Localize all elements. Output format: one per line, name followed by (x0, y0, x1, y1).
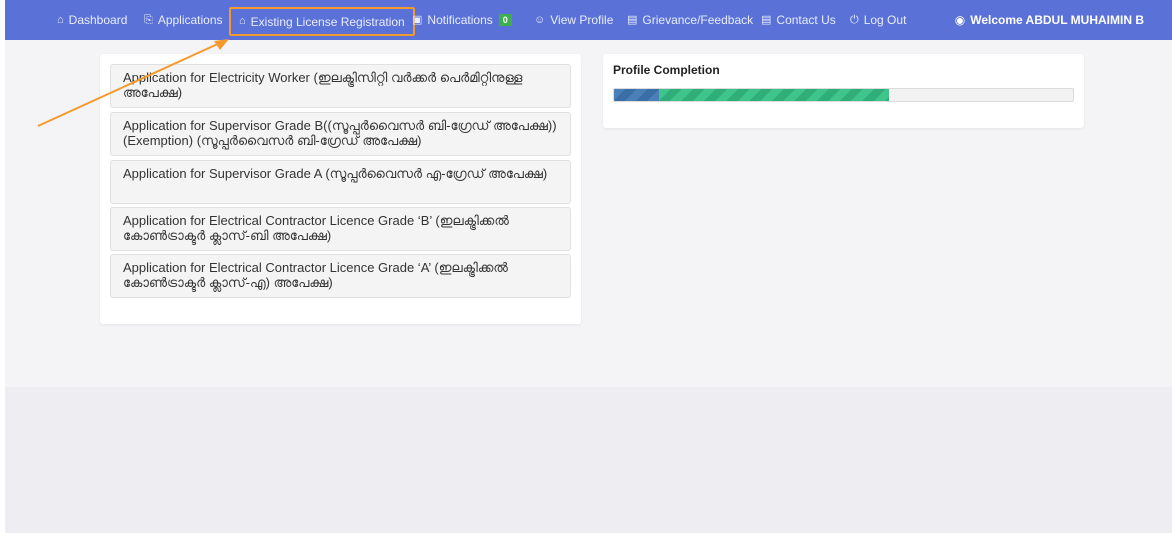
app-item-label: Application for Electrical Contractor Li… (123, 213, 509, 243)
nav-grievance-feedback[interactable]: ▤ Grievance/Feedback (627, 0, 753, 40)
nav-log-out-label: Log Out (863, 13, 907, 27)
app-item-label: Application for Electrical Contractor Li… (123, 260, 508, 290)
app-item-label: Application for Supervisor Grade B((സൂപ്… (123, 118, 557, 148)
app-electricity-worker[interactable]: Application for Electricity Worker (ഇലക്… (110, 64, 571, 108)
home-icon: ⌂ (239, 15, 246, 27)
nav-applications-label: Applications (157, 13, 223, 27)
profile-completion-panel: Profile Completion (603, 54, 1084, 128)
top-navbar: ⌂ Dashboard ⎘ Applications ⌂ Existing Li… (5, 0, 1172, 40)
notification-icon: ▣ (412, 13, 423, 26)
nav-view-profile-label: View Profile (550, 13, 614, 27)
nav-dashboard[interactable]: ⌂ Dashboard (57, 0, 127, 40)
app-supervisor-grade-b[interactable]: Application for Supervisor Grade B((സൂപ്… (110, 112, 571, 156)
nav-dashboard-label: Dashboard (68, 13, 128, 27)
document-icon: ▤ (627, 13, 638, 26)
app-item-label: Application for Electricity Worker (ഇലക്… (123, 70, 523, 100)
nav-notifications[interactable]: ▣ Notifications 0 (412, 0, 512, 40)
nav-view-profile[interactable]: ☺ View Profile (534, 0, 613, 40)
user-circle-icon: ◉ (954, 13, 966, 27)
nav-contact-us[interactable]: ▤ Contact Us (761, 0, 836, 40)
nav-existing-license-label: Existing License Registration (250, 14, 405, 29)
app-contractor-grade-a[interactable]: Application for Electrical Contractor Li… (110, 254, 571, 298)
nav-log-out[interactable]: ⏻ Log Out (850, 0, 906, 40)
profile-completion-title: Profile Completion (613, 63, 720, 77)
profile-progress-bar (613, 88, 1074, 102)
welcome-text: Welcome ABDUL MUHAIMIN B (970, 13, 1144, 27)
welcome-user[interactable]: ◉ Welcome ABDUL MUHAIMIN B (955, 0, 1144, 40)
power-icon: ⏻ (850, 13, 859, 26)
nav-contact-us-label: Contact Us (776, 13, 836, 27)
user-icon: ☺ (534, 13, 546, 26)
home-icon: ⌂ (57, 13, 64, 26)
nav-existing-license-registration[interactable]: ⌂ Existing License Registration (229, 7, 415, 36)
notification-count-badge: 0 (498, 14, 512, 26)
nav-applications[interactable]: ⎘ Applications (144, 0, 223, 40)
applications-panel: Application for Electricity Worker (ഇലക്… (100, 54, 581, 324)
app-item-label: Application for Supervisor Grade A (സൂപ്… (123, 166, 548, 181)
app-contractor-grade-b[interactable]: Application for Electrical Contractor Li… (110, 207, 571, 251)
profile-progress-fill (614, 89, 890, 101)
nav-notifications-label: Notifications (427, 13, 493, 27)
nav-grievance-label: Grievance/Feedback (642, 13, 754, 27)
document-icon: ▤ (761, 13, 772, 26)
app-supervisor-grade-a[interactable]: Application for Supervisor Grade A (സൂപ്… (110, 160, 571, 204)
copy-icon: ⎘ (144, 13, 153, 26)
